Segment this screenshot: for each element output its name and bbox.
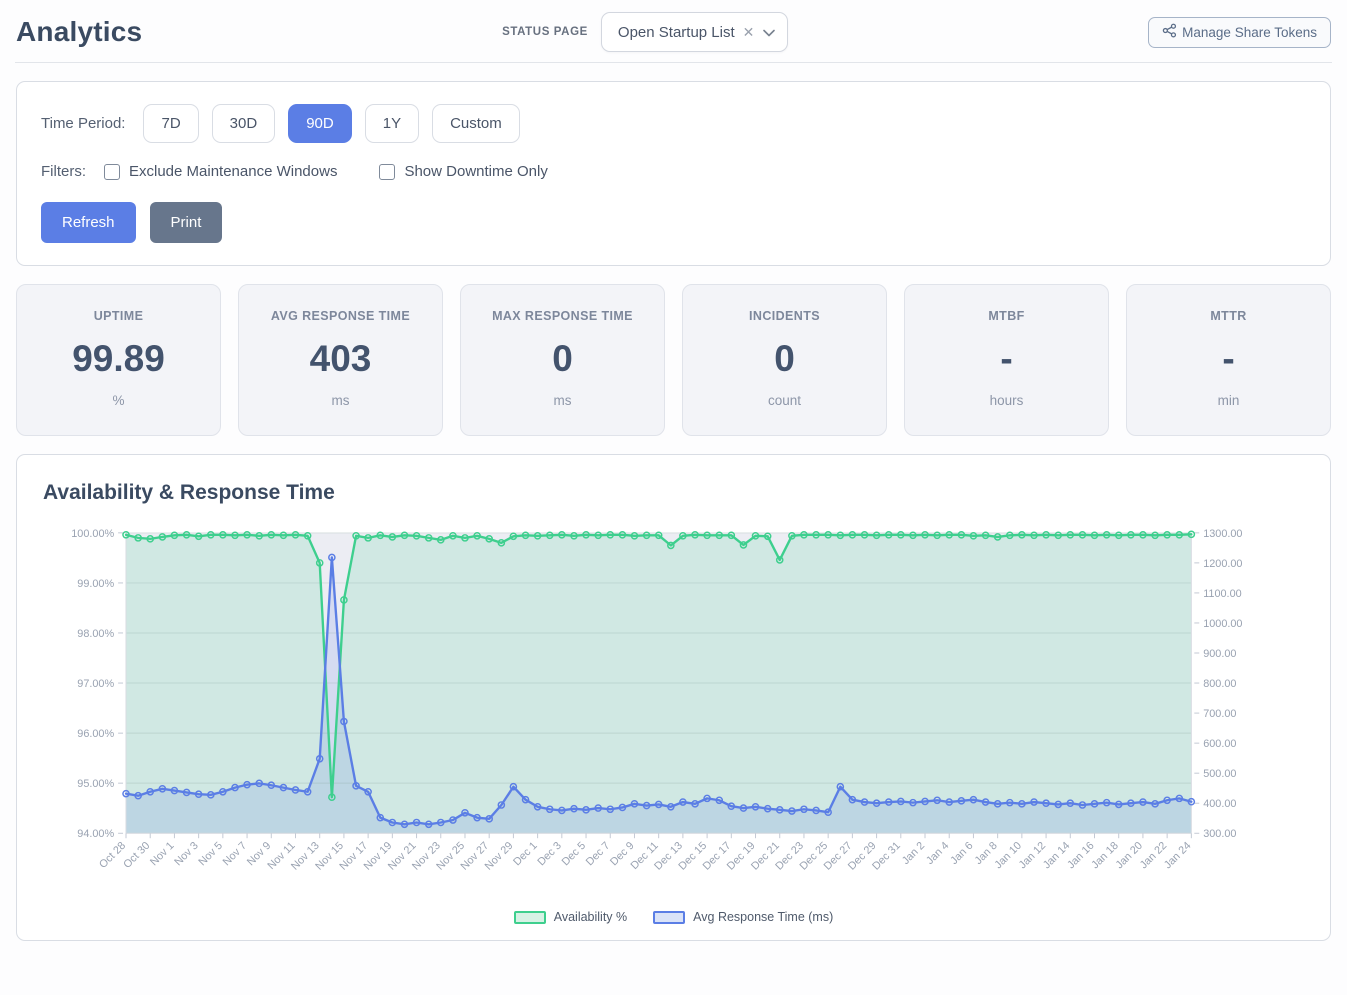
availability-response-chart: 94.00% 95.00% 96.00% 97.00% 98.00% 99.00% 100.… [41,519,1306,908]
stat-card-avg-response: AVG RESPONSE TIME 403 ms [238,284,443,436]
time-period-30d-button[interactable]: 30D [212,104,276,143]
print-button[interactable]: Print [150,202,223,243]
filters-label: Filters: [41,163,86,180]
legend-item-response: Avg Response Time (ms) [653,910,833,924]
svg-text:800.00: 800.00 [1203,678,1236,690]
status-page-selector-group: STATUS PAGE Open Startup List ✕ [502,12,788,52]
svg-text:Dec 1: Dec 1 [511,840,540,869]
stat-value: 0 [691,338,878,380]
svg-text:95.00%: 95.00% [77,778,114,790]
header-divider [15,62,1332,63]
stat-value: 99.89 [25,338,212,380]
stat-value: - [913,338,1100,380]
svg-text:Jan 4: Jan 4 [924,840,951,867]
svg-text:400.00: 400.00 [1203,798,1236,810]
stat-value: - [1135,338,1322,380]
svg-text:Oct 30: Oct 30 [121,840,152,871]
exclude-maintenance-checkbox[interactable] [104,164,120,180]
exclude-maintenance-group: Exclude Maintenance Windows [104,163,337,180]
chevron-down-icon [763,24,775,41]
svg-text:99.00%: 99.00% [77,578,114,590]
manage-share-tokens-button[interactable]: Manage Share Tokens [1148,17,1331,48]
svg-text:100.00%: 100.00% [71,528,114,540]
exclude-maintenance-label: Exclude Maintenance Windows [129,163,337,180]
stat-card-uptime: UPTIME 99.89 % [16,284,221,436]
time-period-90d-button[interactable]: 90D [288,104,352,143]
svg-text:98.00%: 98.00% [77,628,114,640]
svg-text:Nov 5: Nov 5 [196,840,225,869]
svg-text:Jan 24: Jan 24 [1162,840,1194,872]
status-page-selected-value: Open Startup List [618,24,735,41]
svg-text:Nov 7: Nov 7 [221,840,250,869]
availability-swatch-icon [514,911,546,924]
stat-label: MAX RESPONSE TIME [469,309,656,323]
svg-text:300.00: 300.00 [1203,828,1236,840]
chart-legend: Availability % Avg Response Time (ms) [41,910,1306,924]
stat-label: MTTR [1135,309,1322,323]
show-downtime-label: Show Downtime Only [404,163,547,180]
svg-text:1000.00: 1000.00 [1203,618,1242,630]
manage-share-tokens-label: Manage Share Tokens [1182,25,1317,40]
svg-text:700.00: 700.00 [1203,708,1236,720]
time-period-1y-button[interactable]: 1Y [365,104,419,143]
refresh-button[interactable]: Refresh [41,202,136,243]
legend-item-availability: Availability % [514,910,627,924]
stat-label: INCIDENTS [691,309,878,323]
svg-text:94.00%: 94.00% [77,828,114,840]
actions-row: Refresh Print [41,202,1306,243]
svg-text:96.00%: 96.00% [77,728,114,740]
svg-text:Nov 3: Nov 3 [172,840,201,869]
stat-card-mtbf: MTBF - hours [904,284,1109,436]
stat-value: 0 [469,338,656,380]
stat-label: UPTIME [25,309,212,323]
time-period-7d-button[interactable]: 7D [143,104,198,143]
show-downtime-checkbox[interactable] [379,164,395,180]
share-icon [1162,23,1177,41]
stat-unit: ms [247,393,434,408]
filter-panel: Time Period: 7D 30D 90D 1Y Custom Filter… [16,81,1331,266]
svg-text:1100.00: 1100.00 [1203,588,1241,600]
stat-label: AVG RESPONSE TIME [247,309,434,323]
page-title: Analytics [16,16,142,48]
analytics-page: Analytics STATUS PAGE Open Startup List … [0,0,1347,941]
svg-text:1300.00: 1300.00 [1203,528,1242,540]
svg-text:Dec 5: Dec 5 [560,840,589,869]
stat-card-mttr: MTTR - min [1126,284,1331,436]
svg-text:Nov 1: Nov 1 [148,840,177,869]
svg-text:Jan 2: Jan 2 [900,840,927,867]
chart-title: Availability & Response Time [43,481,1306,505]
svg-text:Dec 7: Dec 7 [584,840,613,869]
time-period-label: Time Period: [41,115,125,132]
svg-text:Jan 6: Jan 6 [948,840,975,867]
time-period-custom-button[interactable]: Custom [432,104,520,143]
svg-text:600.00: 600.00 [1203,738,1236,750]
svg-text:1200.00: 1200.00 [1203,558,1242,570]
stat-unit: hours [913,393,1100,408]
legend-label-response: Avg Response Time (ms) [693,910,833,924]
legend-label-availability: Availability % [554,910,627,924]
stat-unit: % [25,393,212,408]
status-page-select[interactable]: Open Startup List ✕ [601,12,788,52]
stat-label: MTBF [913,309,1100,323]
svg-text:97.00%: 97.00% [77,678,114,690]
chart-panel: Availability & Response Time 94.00% 95.00… [16,454,1331,941]
svg-text:900.00: 900.00 [1203,648,1236,660]
show-downtime-group: Show Downtime Only [379,163,547,180]
stat-card-incidents: INCIDENTS 0 count [682,284,887,436]
stat-card-max-response: MAX RESPONSE TIME 0 ms [460,284,665,436]
time-period-row: Time Period: 7D 30D 90D 1Y Custom [41,104,1306,143]
svg-text:500.00: 500.00 [1203,768,1236,780]
header: Analytics STATUS PAGE Open Startup List … [0,0,1347,58]
response-swatch-icon [653,911,685,924]
stat-unit: min [1135,393,1322,408]
svg-text:Oct 28: Oct 28 [97,840,128,871]
stat-value: 403 [247,338,434,380]
clear-icon[interactable]: ✕ [743,25,755,39]
stat-unit: ms [469,393,656,408]
filters-row: Filters: Exclude Maintenance Windows Sho… [41,163,1306,180]
svg-text:Dec 3: Dec 3 [535,840,564,869]
stat-unit: count [691,393,878,408]
stats-row: UPTIME 99.89 % AVG RESPONSE TIME 403 ms … [16,284,1331,436]
status-page-label: STATUS PAGE [502,26,588,38]
